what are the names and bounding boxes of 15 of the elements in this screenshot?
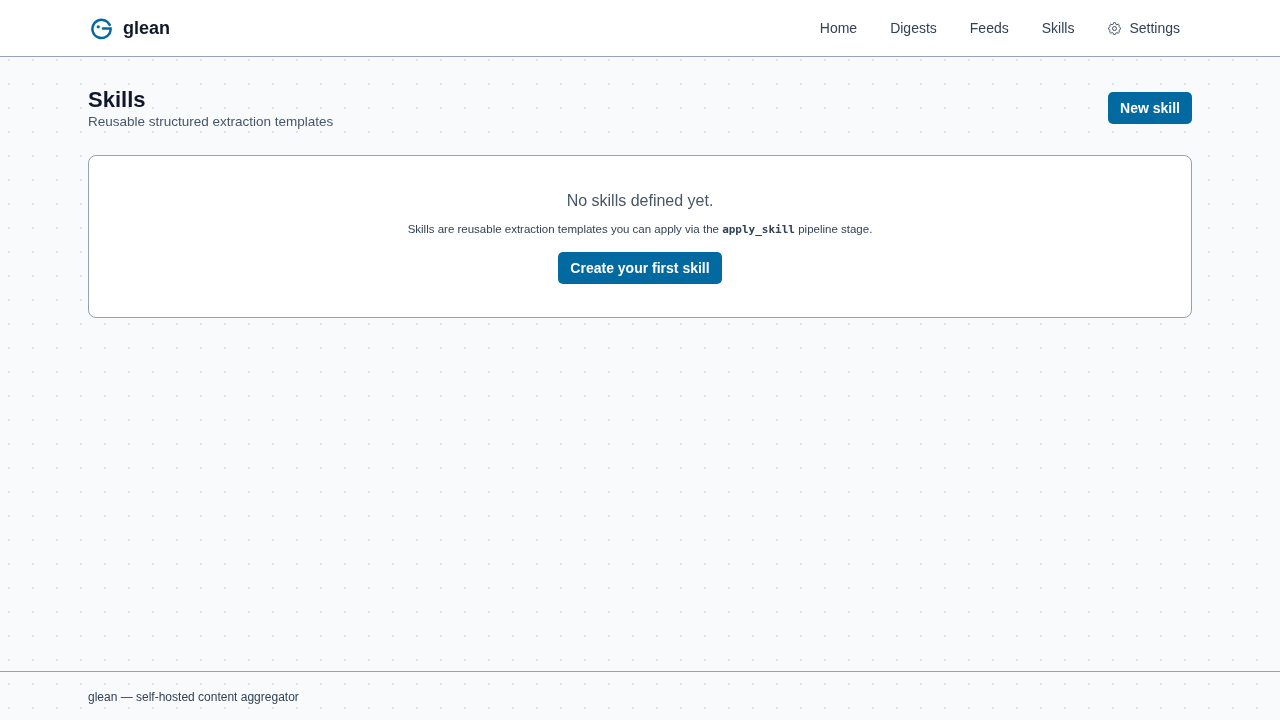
- settings-icon: [1107, 20, 1123, 36]
- nav-link[interactable]: Skills: [1041, 20, 1075, 36]
- page-title: Skills: [88, 87, 147, 113]
- empty-state-heading: No skills defined yet.: [566, 191, 714, 211]
- settings-link[interactable]: Settings: [1107, 20, 1180, 36]
- nav-link[interactable]: Feeds: [969, 20, 1009, 36]
- logo-icon: [90, 16, 113, 40]
- footer-text: glean — self-hosted content aggregator: [88, 690, 299, 704]
- page-subtitle: Reusable structured extraction templates: [88, 114, 334, 129]
- create-skill-button[interactable]: Create your first skill: [558, 252, 722, 284]
- new-skill-button[interactable]: New skill: [1108, 92, 1192, 124]
- nav-link[interactable]: Digests: [890, 20, 937, 36]
- nav-link[interactable]: Home: [819, 20, 858, 36]
- brand-name: glean: [123, 17, 170, 39]
- empty-state-description: Skills are reusable extraction templates you can apply via the apply_skill pipeline stage.: [407, 222, 873, 238]
